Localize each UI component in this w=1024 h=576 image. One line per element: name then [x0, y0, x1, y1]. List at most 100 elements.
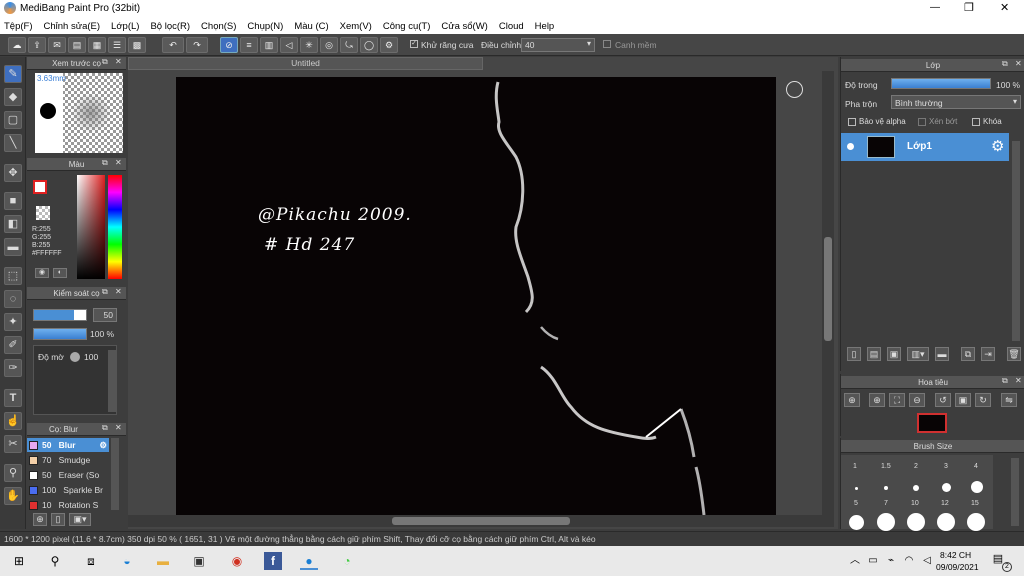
snap-soft-checkbox[interactable]	[603, 40, 611, 48]
size-dot[interactable]	[877, 513, 895, 531]
menu-tools[interactable]: Công cụ(T)	[383, 21, 431, 32]
clock-time[interactable]: 8:42 CH	[940, 550, 971, 560]
menu-cloud[interactable]: Cloud	[499, 21, 524, 32]
menu-window[interactable]: Cửa sổ(W)	[441, 21, 487, 32]
new-halftone-layer-icon[interactable]: ▤	[867, 347, 881, 361]
eyedropper-tool-icon[interactable]: ⚲	[4, 464, 22, 482]
windows-start-icon[interactable]: ⊞	[10, 552, 28, 570]
size-label[interactable]: 4	[974, 463, 978, 470]
float-icon[interactable]: ⧉	[1002, 376, 1008, 386]
size-dot[interactable]	[971, 481, 983, 493]
zoom-in-icon[interactable]: ⊕	[869, 393, 885, 407]
primary-color-swatch[interactable]	[33, 180, 47, 194]
gear-icon[interactable]: ⚙	[991, 137, 1004, 155]
grid-icon[interactable]: ▩	[128, 37, 146, 53]
text-tool-icon[interactable]: T	[4, 389, 22, 407]
menu-color[interactable]: Màu (C)	[294, 21, 328, 32]
move-tool-icon[interactable]: ✥	[4, 164, 22, 182]
gear-icon[interactable]: ⚙	[99, 438, 107, 452]
close-icon[interactable]: ✕	[115, 158, 122, 167]
size-scrollbar[interactable]	[1011, 458, 1019, 526]
merge-layer-icon[interactable]: ⇥	[981, 347, 995, 361]
dot-tool-icon[interactable]: ▢	[4, 111, 22, 129]
menu-file[interactable]: Tệp(F)	[4, 21, 33, 32]
medibang-icon[interactable]: ●	[300, 552, 318, 570]
rotate-left-icon[interactable]: ↺	[935, 393, 951, 407]
task-view-icon[interactable]: ⧈	[82, 552, 100, 570]
close-icon[interactable]: ✕	[115, 423, 122, 432]
density-knob[interactable]	[70, 352, 80, 362]
ellipse-snap-icon[interactable]: ◯	[360, 37, 378, 53]
select-pen-tool-icon[interactable]: ✐	[4, 336, 22, 354]
parallel-snap-icon[interactable]: ≡	[240, 37, 258, 53]
redo-icon[interactable]: ↷	[186, 37, 208, 53]
vertical-scroll-thumb[interactable]	[824, 237, 832, 341]
operation-tool-icon[interactable]: ☝	[4, 412, 22, 430]
battery-icon[interactable]: ⌁	[882, 552, 900, 570]
magic-wand-tool-icon[interactable]: ✦	[4, 313, 22, 331]
lock-checkbox[interactable]	[972, 118, 980, 126]
zoom-fit-icon[interactable]: ⊕	[844, 393, 860, 407]
size-label[interactable]: 3	[944, 463, 948, 470]
size-dot[interactable]	[967, 513, 985, 531]
fill-rect-tool-icon[interactable]: ■	[4, 192, 22, 210]
float-icon[interactable]: ⧉	[102, 287, 108, 297]
brush-page-icon[interactable]: ▯	[51, 513, 65, 526]
brush-item-blur[interactable]: 50 Blur ⚙	[27, 438, 109, 452]
rotate-right-icon[interactable]: ↻	[975, 393, 991, 407]
size-label[interactable]: 15	[971, 500, 979, 507]
float-icon[interactable]: ⧉	[102, 57, 108, 67]
divide-tool-icon[interactable]: ✂	[4, 435, 22, 453]
duplicate-layer-icon[interactable]: ⧉	[961, 347, 975, 361]
size-dot[interactable]	[884, 486, 888, 490]
menu-select[interactable]: Chọn(S)	[201, 21, 236, 32]
select-eraser-tool-icon[interactable]: ✑	[4, 359, 22, 377]
brush-list-scrollbar[interactable]	[111, 438, 119, 510]
store-icon[interactable]: ▣	[190, 552, 208, 570]
horizontal-scrollbar[interactable]	[128, 515, 834, 527]
brush-item-smudge[interactable]: 70 Smudge	[27, 453, 109, 467]
navigator-thumbnail[interactable]	[917, 413, 947, 433]
cloud-icon[interactable]: ☁	[8, 37, 26, 53]
saturation-square[interactable]	[77, 175, 105, 279]
undo-icon[interactable]: ↶	[162, 37, 184, 53]
close-icon[interactable]: ✕	[1015, 376, 1022, 385]
list-icon[interactable]: ☰	[108, 37, 126, 53]
app-icon[interactable]: ◔	[338, 552, 356, 570]
menu-edit[interactable]: Chỉnh sửa(E)	[44, 21, 101, 32]
palette-icon[interactable]: ◉	[35, 268, 49, 278]
menu-filter[interactable]: Bộ lọc(R)	[150, 21, 190, 32]
size-input[interactable]: 50	[93, 308, 117, 322]
menu-help[interactable]: Help	[535, 21, 555, 32]
line-tool-icon[interactable]: ╲	[4, 134, 22, 152]
trash-icon[interactable]: 🗑	[1007, 347, 1021, 361]
size-label[interactable]: 10	[911, 500, 919, 507]
edge-icon[interactable]: ◒	[118, 552, 136, 570]
brush-item-sparkle[interactable]: 100 Sparkle Br	[27, 483, 109, 497]
add-brush-icon[interactable]: ⊕	[33, 513, 47, 526]
close-icon[interactable]: ✕	[1015, 59, 1022, 68]
float-icon[interactable]: ⧉	[102, 158, 108, 168]
maximize-button[interactable]: ❐	[964, 1, 974, 14]
file-explorer-icon[interactable]: ▬	[154, 552, 172, 570]
chrome-icon[interactable]: ◉	[228, 552, 246, 570]
radial-snap-icon[interactable]: ✳	[300, 37, 318, 53]
horizontal-scroll-thumb[interactable]	[392, 517, 570, 525]
secondary-color-swatch[interactable]	[36, 206, 50, 220]
wifi-icon[interactable]: ◠	[900, 552, 918, 570]
size-dot[interactable]	[855, 487, 858, 490]
adjust-select[interactable]: 40 ▾	[521, 38, 595, 52]
size-dot[interactable]	[907, 513, 925, 531]
close-button[interactable]: ✕	[1000, 1, 1009, 14]
network-icon[interactable]: ▭	[864, 552, 882, 570]
vanish-snap-icon[interactable]: ◁	[280, 37, 298, 53]
menu-snap[interactable]: Chụp(N)	[247, 21, 283, 32]
size-dot[interactable]	[942, 483, 951, 492]
comment-icon[interactable]: ✉	[48, 37, 66, 53]
brush-menu-icon[interactable]: ▣▾	[69, 513, 91, 526]
size-dot[interactable]	[937, 513, 955, 531]
size-dot[interactable]	[849, 515, 864, 530]
snap-settings-icon[interactable]: ⚙	[380, 37, 398, 53]
opacity-slider[interactable]	[33, 328, 87, 340]
size-label[interactable]: 12	[941, 500, 949, 507]
